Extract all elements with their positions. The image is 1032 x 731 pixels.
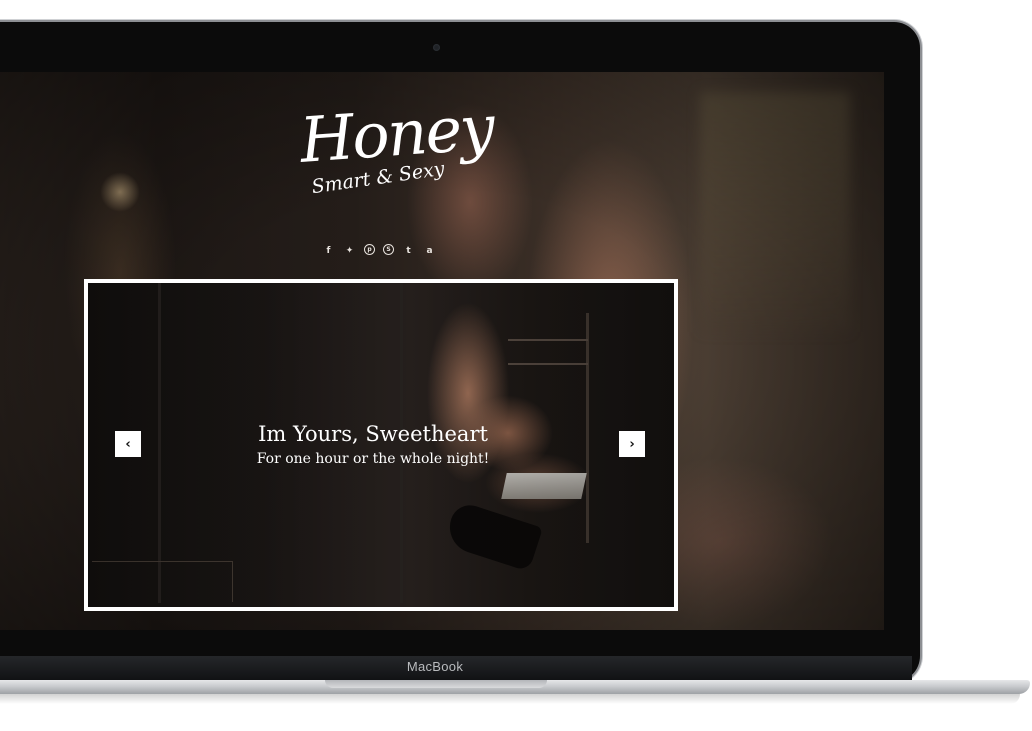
chevron-right-icon: › bbox=[629, 436, 635, 452]
website-screen: Honey Smart & Sexy f ✦ p S t a Im Yours,… bbox=[0, 72, 884, 630]
macbook-mockup: Honey Smart & Sexy f ✦ p S t a Im Yours,… bbox=[0, 0, 1032, 731]
laptop-base-notch bbox=[325, 680, 547, 688]
twitter-icon[interactable]: ✦ bbox=[343, 244, 356, 257]
device-brand-label: MacBook bbox=[406, 659, 464, 674]
amazon-icon[interactable]: a bbox=[423, 244, 436, 257]
slide-subtitle: For one hour or the whole night! bbox=[256, 451, 490, 467]
pinterest-icon[interactable]: p bbox=[364, 244, 375, 255]
tumblr-icon[interactable]: t bbox=[402, 244, 415, 257]
site-logo[interactable]: Honey Smart & Sexy bbox=[298, 91, 496, 230]
hero-slider: Im Yours, Sweetheart For one hour or the… bbox=[84, 279, 678, 611]
slider-prev-button[interactable]: ‹ bbox=[115, 431, 141, 457]
laptop-shadow bbox=[0, 694, 1020, 704]
slide-title: Im Yours, Sweetheart bbox=[258, 422, 488, 446]
facebook-icon[interactable]: f bbox=[322, 244, 335, 257]
chevron-left-icon: ‹ bbox=[125, 436, 131, 452]
slider-next-button[interactable]: › bbox=[619, 431, 645, 457]
skype-icon[interactable]: S bbox=[383, 244, 394, 255]
camera-icon bbox=[433, 44, 440, 51]
slide-caption: Im Yours, Sweetheart For one hour or the… bbox=[238, 421, 508, 469]
social-links: f ✦ p S t a bbox=[322, 244, 436, 257]
